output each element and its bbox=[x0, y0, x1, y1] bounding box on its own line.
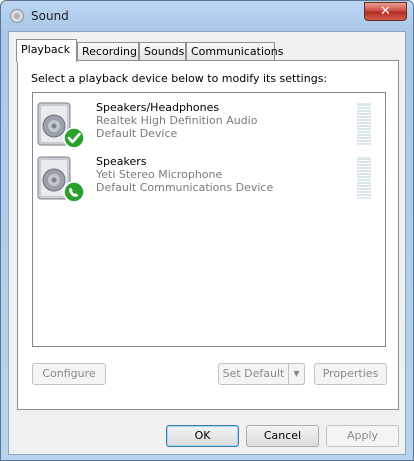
playback-device-list[interactable]: Speakers/Headphones Realtek High Definit… bbox=[32, 92, 386, 347]
tab-label: Communications bbox=[191, 45, 284, 58]
device-name: Speakers/Headphones bbox=[96, 101, 220, 114]
properties-label: Properties bbox=[322, 367, 379, 380]
playback-tab-panel: Select a playback device below to modify… bbox=[17, 60, 399, 410]
ok-button[interactable]: OK bbox=[166, 425, 239, 447]
cancel-button[interactable]: Cancel bbox=[246, 425, 319, 447]
properties-button[interactable]: Properties bbox=[314, 363, 387, 385]
device-item[interactable]: Speakers/Headphones Realtek High Definit… bbox=[33, 97, 385, 151]
sound-dialog-window: Sound ✕ Playback Recording Sounds Commun… bbox=[0, 0, 414, 461]
instructions-text: Select a playback device below to modify… bbox=[31, 72, 328, 85]
close-icon: ✕ bbox=[380, 4, 391, 19]
device-text: Speakers Yeti Stereo Microphone Default … bbox=[96, 155, 273, 194]
set-default-button[interactable]: Set Default ▼ bbox=[218, 363, 305, 385]
chevron-down-icon[interactable]: ▼ bbox=[288, 364, 304, 384]
tab-label: Playback bbox=[21, 43, 71, 56]
device-item[interactable]: Speakers Yeti Stereo Microphone Default … bbox=[33, 151, 385, 205]
volume-level-meter bbox=[357, 103, 371, 145]
tab-recording[interactable]: Recording bbox=[77, 42, 139, 61]
green-checkmark-icon bbox=[63, 127, 85, 149]
speaker-icon bbox=[37, 102, 85, 149]
configure-label: Configure bbox=[42, 367, 96, 380]
close-button[interactable]: ✕ bbox=[364, 2, 407, 21]
cancel-label: Cancel bbox=[263, 429, 302, 442]
tab-sounds[interactable]: Sounds bbox=[139, 42, 186, 61]
green-phone-icon bbox=[63, 181, 85, 203]
window-title: Sound bbox=[31, 9, 69, 23]
device-text: Speakers/Headphones Realtek High Definit… bbox=[96, 101, 257, 140]
tab-playback[interactable]: Playback bbox=[16, 39, 77, 62]
device-status: Default Communications Device bbox=[96, 181, 274, 194]
device-name: Speakers bbox=[96, 155, 147, 168]
title-bar[interactable]: Sound ✕ bbox=[1, 1, 413, 31]
device-driver: Yeti Stereo Microphone bbox=[96, 168, 223, 181]
sound-app-icon bbox=[10, 9, 24, 23]
tab-label: Recording bbox=[82, 45, 138, 58]
configure-button[interactable]: Configure bbox=[32, 363, 106, 385]
set-default-label: Set Default bbox=[222, 367, 285, 380]
ok-label: OK bbox=[194, 429, 211, 442]
tab-label: Sounds bbox=[144, 45, 185, 58]
apply-label: Apply bbox=[346, 429, 379, 442]
device-driver: Realtek High Definition Audio bbox=[96, 114, 258, 127]
volume-level-meter bbox=[357, 157, 371, 199]
dialog-body: Playback Recording Sounds Communications… bbox=[8, 31, 406, 455]
apply-button[interactable]: Apply bbox=[326, 425, 399, 447]
speaker-icon bbox=[37, 156, 85, 203]
tab-communications[interactable]: Communications bbox=[186, 42, 283, 61]
device-status: Default Device bbox=[96, 127, 178, 140]
